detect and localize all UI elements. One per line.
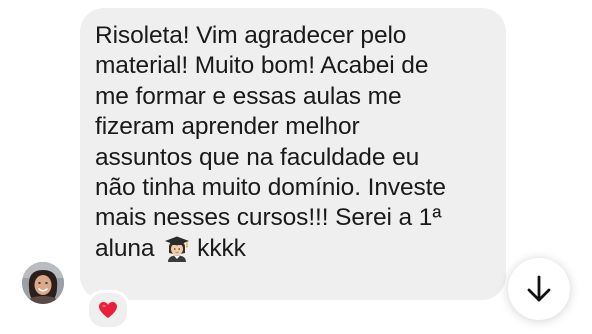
scroll-to-bottom-button[interactable] [508,258,570,320]
message-text: Risoleta! Vim agradecer pelo material! M… [95,21,498,264]
arrow-down-icon [527,275,551,302]
message-line-2: material! Muito bom! Acabei de [95,52,429,80]
sender-avatar[interactable] [22,262,64,304]
message-line-7: mais nesses cursos!!! Serei a 1ª [95,204,442,232]
message-line-8-end: kkkk [197,234,246,262]
chat-thread: Risoleta! Vim agradecer pelo material! M… [0,0,592,334]
woman-student-emoji [165,236,190,262]
reaction-badge[interactable] [86,290,130,330]
message-line-1: Risoleta! Vim agradecer pelo [95,22,407,49]
heart-icon [99,302,117,318]
message-line-8-start: aluna [95,234,155,262]
message-line-4: fizeram aprender melhor [95,113,360,141]
message-line-3: me formar e essas aulas me [95,82,402,110]
message-line-5: assuntos que na faculdade eu [95,143,420,171]
message-line-8: aluna kkkk [95,235,246,262]
message-line-6: não tinha muito domínio. Investe [95,174,446,202]
message-bubble[interactable]: Risoleta! Vim agradecer pelo material! M… [80,8,506,300]
user-avatar [22,262,64,304]
